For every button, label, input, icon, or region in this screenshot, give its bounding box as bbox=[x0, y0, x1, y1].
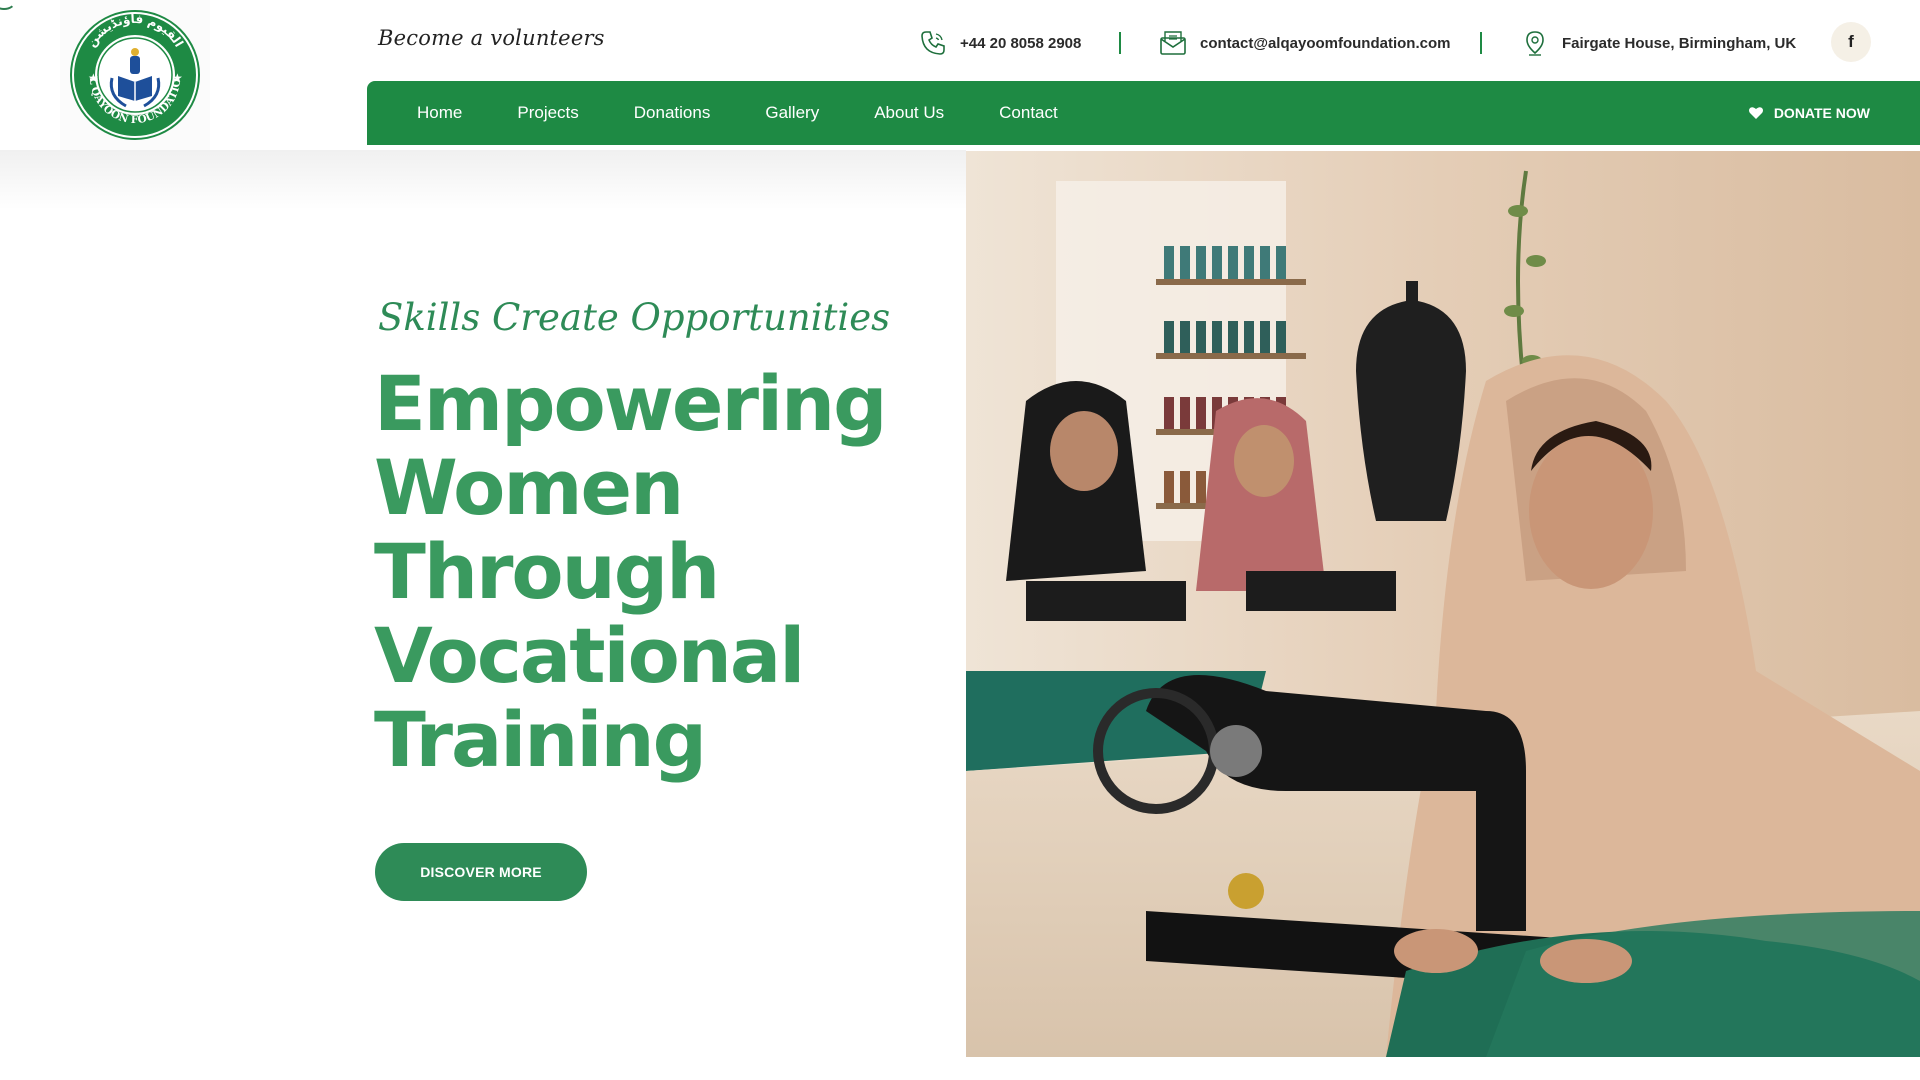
hero-title-line: Women bbox=[374, 443, 684, 532]
hero-title-line: Through bbox=[374, 527, 720, 616]
nav-item-contact[interactable]: Contact bbox=[999, 103, 1058, 123]
divider bbox=[1119, 32, 1121, 54]
hero-photo bbox=[966, 151, 1920, 1057]
hero-subtitle: Skills Create Opportunities bbox=[378, 296, 891, 339]
phone-number: +44 20 8058 2908 bbox=[960, 34, 1082, 52]
heart-icon bbox=[1748, 107, 1763, 119]
nav-item-gallery[interactable]: Gallery bbox=[765, 103, 819, 123]
nav-item-projects[interactable]: Projects bbox=[517, 103, 578, 123]
phone-contact[interactable]: +44 20 8058 2908 bbox=[918, 26, 1081, 60]
logo-emblem-icon: ★ ★ AL QAYOON FOUNDATION القيوم فاؤنڈیشن bbox=[68, 8, 200, 140]
site-header: ★ ★ AL QAYOON FOUNDATION القيوم فاؤنڈیشن… bbox=[0, 0, 1920, 150]
location-contact[interactable]: Fairgate House, Birmingham, UK bbox=[1520, 26, 1796, 60]
donate-now-label: DONATE NOW bbox=[1773, 105, 1870, 121]
hero-title-line: Vocational bbox=[374, 611, 805, 700]
header-shadow bbox=[0, 150, 966, 210]
envelope-icon bbox=[1158, 28, 1188, 58]
nav-list: Home Projects Donations Gallery About Us… bbox=[417, 103, 1113, 123]
nav-item-about-us[interactable]: About Us bbox=[874, 103, 944, 123]
address-text: Fairgate House, Birmingham, UK bbox=[1562, 34, 1797, 52]
volunteer-link[interactable]: Become a volunteers bbox=[378, 26, 605, 50]
facebook-icon[interactable]: f bbox=[1831, 22, 1871, 62]
logo[interactable]: ★ ★ AL QAYOON FOUNDATION القيوم فاؤنڈیشن bbox=[60, 0, 210, 150]
nav-item-home[interactable]: Home bbox=[417, 103, 462, 123]
email-address: contact@alqayoomfoundation.com bbox=[1200, 34, 1451, 52]
divider bbox=[1480, 32, 1482, 54]
phone-icon bbox=[918, 28, 948, 58]
nav-item-donations[interactable]: Donations bbox=[634, 103, 711, 123]
donate-now-button[interactable]: DONATE NOW bbox=[1748, 81, 1870, 145]
hero-title-line: Training bbox=[374, 695, 707, 784]
hero-title: Empowering Women Through Vocational Trai… bbox=[374, 362, 914, 782]
map-pin-icon bbox=[1520, 28, 1550, 58]
main-navigation: Home Projects Donations Gallery About Us… bbox=[367, 81, 1920, 145]
corner-ring-decoration bbox=[0, 0, 16, 10]
discover-more-button[interactable]: DISCOVER MORE bbox=[375, 843, 587, 901]
hero-title-line: Empowering bbox=[374, 359, 888, 448]
email-contact[interactable]: contact@alqayoomfoundation.com bbox=[1158, 26, 1450, 60]
